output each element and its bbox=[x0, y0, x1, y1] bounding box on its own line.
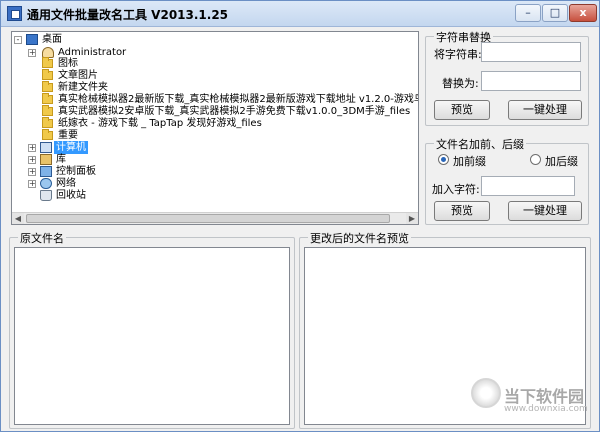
replace-apply-button[interactable]: 一键处理 bbox=[508, 100, 582, 120]
suffix-radio[interactable] bbox=[530, 154, 541, 165]
prefix-label: 加前缀 bbox=[453, 155, 486, 168]
folder-tree[interactable]: - 桌面 + Administrator 图标 文章图片 新建文件夹 真实枪械模… bbox=[11, 31, 419, 225]
window-title: 通用文件批量改名工具 V2013.1.25 bbox=[27, 8, 229, 22]
original-names-group: 原文件名 bbox=[9, 230, 295, 429]
find-input[interactable] bbox=[481, 42, 581, 62]
tree-item-recycle-bin[interactable]: 回收站 bbox=[14, 189, 414, 202]
prefix-radio[interactable] bbox=[438, 154, 449, 165]
affix-preview-button[interactable]: 预览 bbox=[434, 201, 490, 221]
expand-icon[interactable]: + bbox=[28, 168, 36, 176]
group-title: 原文件名 bbox=[18, 230, 66, 246]
tree-item-desktop[interactable]: - 桌面 bbox=[14, 33, 414, 46]
expand-icon[interactable]: + bbox=[28, 180, 36, 188]
string-replace-group: 字符串替换 将字符串: 替换为: 预览 一键处理 bbox=[425, 29, 589, 126]
scrollbar-thumb[interactable] bbox=[26, 214, 390, 223]
add-chars-input[interactable] bbox=[481, 176, 575, 196]
group-title: 文件名加前、后缀 bbox=[434, 136, 526, 152]
affix-group: 文件名加前、后缀 加前缀 加后缀 加入字符: 预览 一键处理 bbox=[425, 136, 589, 225]
folder-icon bbox=[42, 93, 53, 104]
replace-input[interactable] bbox=[481, 71, 581, 91]
library-icon bbox=[40, 154, 52, 165]
scroll-right-icon[interactable]: ▶ bbox=[406, 213, 418, 224]
recycle-bin-icon bbox=[40, 190, 52, 201]
network-icon bbox=[40, 178, 52, 189]
folder-icon bbox=[42, 57, 53, 68]
maximize-button[interactable]: □ bbox=[542, 4, 568, 22]
folder-icon bbox=[42, 81, 53, 92]
watermark-logo-icon bbox=[471, 378, 501, 408]
minimize-button[interactable]: – bbox=[515, 4, 541, 22]
watermark-url: www.downxia.com bbox=[504, 404, 588, 414]
close-button[interactable]: x bbox=[569, 4, 597, 22]
replace-preview-button[interactable]: 预览 bbox=[434, 100, 490, 120]
app-window: 通用文件批量改名工具 V2013.1.25 – □ x - 桌面 + Admin… bbox=[0, 0, 600, 432]
folder-icon bbox=[42, 105, 53, 116]
folder-icon bbox=[42, 69, 53, 80]
suffix-label: 加后缀 bbox=[545, 155, 578, 168]
original-names-list[interactable] bbox=[14, 247, 290, 425]
scroll-left-icon[interactable]: ◀ bbox=[12, 213, 24, 224]
desktop-icon bbox=[26, 34, 38, 45]
expand-icon[interactable]: + bbox=[28, 49, 36, 57]
tree-item-label: 桌面 bbox=[42, 34, 62, 45]
folder-icon bbox=[42, 117, 53, 128]
expand-icon[interactable]: + bbox=[28, 144, 36, 152]
computer-icon bbox=[40, 142, 52, 153]
group-title: 更改后的文件名预览 bbox=[308, 230, 411, 246]
collapse-icon[interactable]: - bbox=[14, 36, 22, 44]
tree-item-label: 回收站 bbox=[56, 190, 86, 201]
title-bar[interactable]: 通用文件批量改名工具 V2013.1.25 – □ x bbox=[1, 1, 599, 27]
expand-icon[interactable]: + bbox=[28, 156, 36, 164]
replace-label: 替换为: bbox=[442, 77, 479, 90]
find-label: 将字符串: bbox=[434, 48, 482, 61]
control-panel-icon bbox=[40, 166, 52, 177]
app-icon bbox=[7, 6, 22, 21]
affix-apply-button[interactable]: 一键处理 bbox=[508, 201, 582, 221]
folder-icon bbox=[42, 129, 53, 140]
add-chars-label: 加入字符: bbox=[432, 183, 480, 196]
horizontal-scrollbar[interactable]: ◀ ▶ bbox=[12, 212, 418, 224]
